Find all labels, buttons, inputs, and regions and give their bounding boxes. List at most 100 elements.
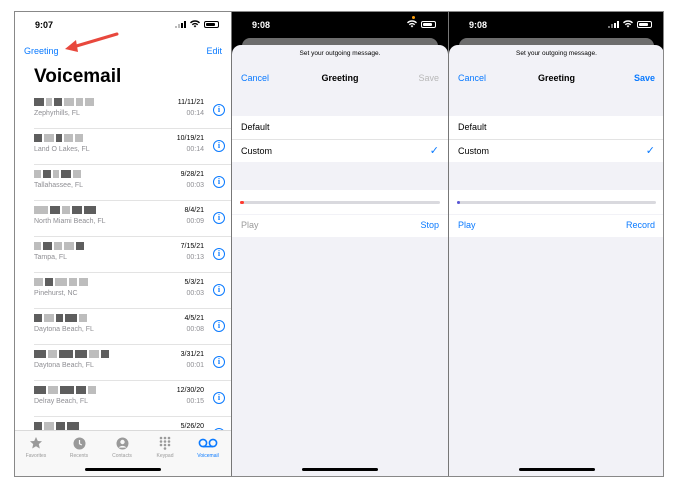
greeting-recorded-screen: 9:08 Set your outgoing message. Cancel G… <box>449 12 663 476</box>
voicemail-duration: 00:08 <box>186 326 204 333</box>
sheet-nav-bar: Cancel Greeting Save <box>232 71 448 85</box>
info-icon[interactable]: i <box>213 176 225 188</box>
record-button[interactable]: Record <box>626 220 655 230</box>
caller-name-redacted <box>34 134 83 143</box>
voicemail-row[interactable]: Daytona Beach, FL 4/5/21 00:08 i <box>34 309 231 345</box>
progress-track <box>240 201 440 204</box>
progress-track <box>457 201 656 204</box>
tab-label: Keypad <box>156 453 174 459</box>
play-button[interactable]: Play <box>241 220 259 230</box>
sheet-title: Greeting <box>321 73 359 83</box>
wifi-icon <box>407 20 417 28</box>
battery-icon <box>421 20 436 28</box>
option-default[interactable]: Default <box>232 116 448 139</box>
voicemail-date: 9/28/21 <box>180 171 204 178</box>
info-icon[interactable]: i <box>213 284 225 296</box>
caller-name-redacted <box>34 206 96 215</box>
play-button[interactable]: Play <box>458 220 476 230</box>
person-circle-icon <box>102 435 142 451</box>
info-icon[interactable]: i <box>213 140 225 152</box>
option-label: Default <box>241 122 270 132</box>
info-icon[interactable]: i <box>213 392 225 404</box>
voicemail-row[interactable]: Tallahassee, FL 9/28/21 00:03 i <box>34 165 231 201</box>
tab-keypad[interactable]: Keypad <box>145 435 185 459</box>
voicemail-icon <box>188 435 228 451</box>
save-button[interactable]: Save <box>634 73 655 83</box>
caller-location: Land O Lakes, FL <box>34 146 90 153</box>
option-default[interactable]: Default <box>449 116 663 139</box>
wifi-icon <box>623 20 633 28</box>
tab-label: Voicemail <box>197 453 219 459</box>
greeting-button[interactable]: Greeting <box>24 46 59 56</box>
edit-button[interactable]: Edit <box>206 46 222 56</box>
sheet-prompt: Set your outgoing message. <box>516 50 597 57</box>
voicemail-date: 7/15/21 <box>180 243 204 250</box>
status-icons <box>175 20 219 28</box>
voicemail-duration: 00:15 <box>186 398 204 405</box>
caller-location: Daytona Beach, FL <box>34 326 94 333</box>
caller-name-redacted <box>34 314 87 323</box>
checkmark-icon: ✓ <box>645 145 655 157</box>
tab-contacts[interactable]: Contacts <box>102 435 142 459</box>
option-custom[interactable]: Custom ✓ <box>449 139 663 162</box>
voicemail-row[interactable]: Delray Beach, FL 12/30/20 00:15 i <box>34 381 231 417</box>
info-icon[interactable]: i <box>213 104 225 116</box>
info-icon[interactable]: i <box>213 320 225 332</box>
voicemail-row[interactable]: Zephyrhills, FL 11/11/21 00:14 i <box>34 93 231 129</box>
caller-name-redacted <box>34 98 94 107</box>
voicemail-duration: 00:13 <box>186 254 204 261</box>
caller-location: Delray Beach, FL <box>34 398 89 405</box>
screenshot-frame: 9:07 Greeting Edit Voicemail Zephyrhills… <box>14 11 664 477</box>
info-icon[interactable]: i <box>213 248 225 260</box>
caller-location: Tallahassee, FL <box>34 182 84 189</box>
caller-name-redacted <box>34 170 81 179</box>
info-icon[interactable]: i <box>213 356 225 368</box>
tab-recents[interactable]: Recents <box>59 435 99 459</box>
battery-icon <box>637 20 652 28</box>
tab-label: Recents <box>69 453 89 459</box>
voicemail-date: 5/26/20 <box>180 423 204 430</box>
voicemail-date: 12/30/20 <box>176 387 204 394</box>
recording-progress <box>232 190 448 214</box>
status-time: 9:08 <box>469 20 488 30</box>
option-custom[interactable]: Custom ✓ <box>232 139 448 162</box>
info-icon[interactable]: i <box>213 212 225 224</box>
caller-location: Pinehurst, NC <box>34 290 78 297</box>
playback-controls: Play Record <box>449 215 663 237</box>
clock-icon <box>59 435 99 451</box>
progress-fill <box>240 201 244 204</box>
stop-button[interactable]: Stop <box>420 220 439 230</box>
tab-favorites[interactable]: Favorites <box>16 435 56 459</box>
tab-voicemail[interactable]: Voicemail <box>188 435 228 459</box>
voicemail-duration: 00:14 <box>186 110 204 117</box>
tab-label: Contacts <box>112 453 132 459</box>
greeting-options: Default Custom ✓ <box>232 116 448 162</box>
caller-name-redacted <box>34 350 109 359</box>
home-indicator <box>302 468 378 471</box>
annotation-arrow-icon <box>65 32 119 52</box>
sheet-nav-bar: Cancel Greeting Save <box>449 71 663 85</box>
cellular-signal-icon <box>608 20 619 28</box>
caller-location: Daytona Beach, FL <box>34 362 94 369</box>
wifi-icon <box>190 20 200 28</box>
checkmark-icon: ✓ <box>429 145 439 157</box>
voicemail-date: 3/31/21 <box>180 351 204 358</box>
voicemail-row[interactable]: North Miami Beach, FL 8/4/21 00:09 i <box>34 201 231 237</box>
caller-location: Zephyrhills, FL <box>34 110 80 117</box>
voicemail-row[interactable]: Land O Lakes, FL 10/19/21 00:14 i <box>34 129 231 165</box>
status-bar: 9:08 <box>449 12 663 38</box>
voicemail-duration: 00:03 <box>186 182 204 189</box>
page-title: Voicemail <box>34 66 122 87</box>
playback-progress <box>449 190 663 214</box>
save-button[interactable]: Save <box>418 73 439 83</box>
option-label: Default <box>458 122 487 132</box>
voicemail-date: 10/19/21 <box>176 135 204 142</box>
status-icons <box>407 20 436 28</box>
greeting-options: Default Custom ✓ <box>449 116 663 162</box>
caller-name-redacted <box>34 278 88 287</box>
option-label: Custom <box>458 146 490 156</box>
voicemail-row[interactable]: Daytona Beach, FL 3/31/21 00:01 i <box>34 345 231 381</box>
voicemail-row[interactable]: Pinehurst, NC 5/3/21 00:03 i <box>34 273 231 309</box>
voicemail-row[interactable]: Tampa, FL 7/15/21 00:13 i <box>34 237 231 273</box>
greeting-sheet: Set your outgoing message. Cancel Greeti… <box>232 45 448 476</box>
